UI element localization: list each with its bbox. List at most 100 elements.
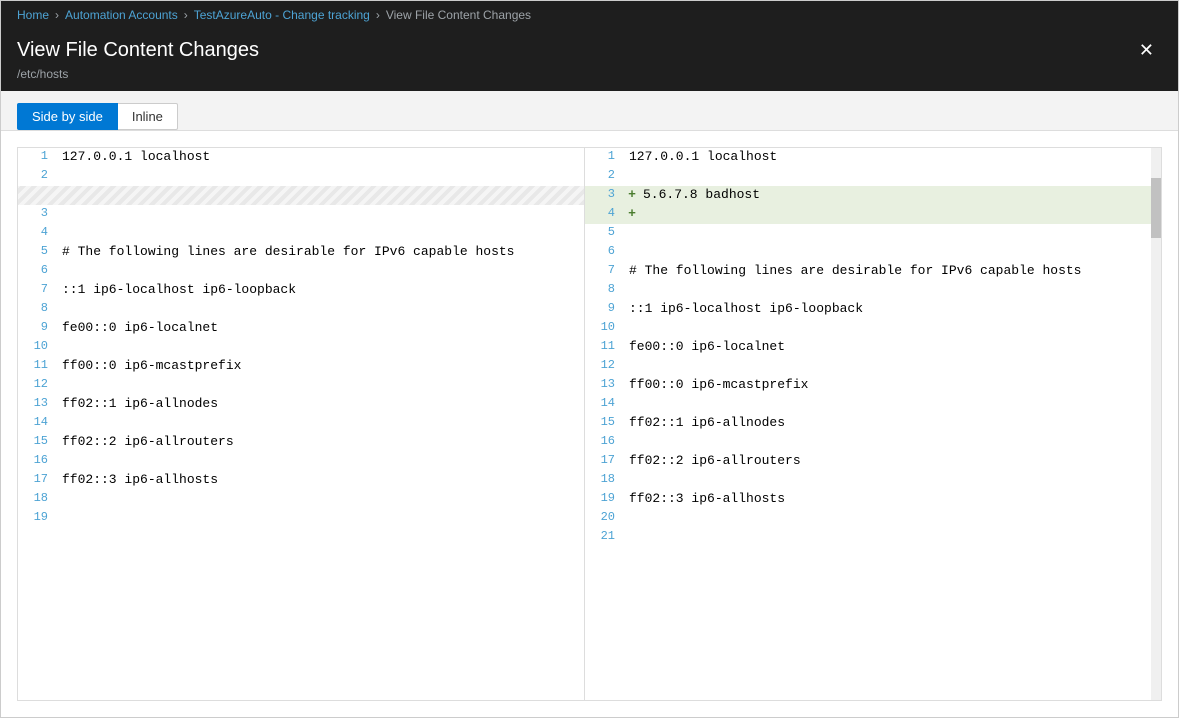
diff-panel-left[interactable]: 1127.0.0.1 localhost2 345# The following …	[18, 148, 585, 700]
right-line-8: 8	[585, 281, 1151, 300]
breadcrumb-change-tracking[interactable]: TestAzureAuto - Change tracking	[194, 8, 370, 22]
breadcrumb-sep-1: ›	[55, 8, 59, 22]
right-line-content-12	[625, 357, 1151, 376]
left-line-3	[18, 186, 584, 205]
left-line-content-5	[58, 224, 584, 243]
modal-title: View File Content Changes	[17, 39, 259, 62]
tab-buttons: Side by side Inline	[17, 103, 1162, 130]
breadcrumb-current: View File Content Changes	[386, 8, 531, 22]
left-line-content-15	[58, 414, 584, 433]
modal-overlay: Home › Automation Accounts › TestAzureAu…	[0, 0, 1179, 718]
right-line-num-18: 18	[585, 471, 625, 490]
left-line-num-19: 18	[18, 490, 58, 509]
right-line-num-12: 12	[585, 357, 625, 376]
left-line-content-20	[58, 509, 584, 528]
left-line-9: 8	[18, 300, 584, 319]
left-line-num-16: 15	[18, 433, 58, 452]
right-line-num-1: 1	[585, 148, 625, 167]
right-line-content-3: 5.6.7.8 badhost	[639, 186, 1151, 205]
left-line-8: 7::1 ip6-localhost ip6-loopback	[18, 281, 584, 300]
left-line-content-4	[58, 205, 584, 224]
breadcrumb-sep-2: ›	[184, 8, 188, 22]
left-line-num-4: 3	[18, 205, 58, 224]
right-line-num-2: 2	[585, 167, 625, 186]
close-button[interactable]: ✕	[1131, 37, 1162, 63]
right-line-marker-3: +	[625, 186, 639, 205]
left-line-num-14: 13	[18, 395, 58, 414]
left-line-6: 5# The following lines are desirable for…	[18, 243, 584, 262]
right-line-content-20	[625, 509, 1151, 528]
right-line-num-20: 20	[585, 509, 625, 528]
diff-panel-right[interactable]: 1127.0.0.1 localhost23+5.6.7.8 badhost4+…	[585, 148, 1151, 700]
right-line-content-16	[625, 433, 1151, 452]
right-line-num-10: 10	[585, 319, 625, 338]
right-line-content-5	[625, 224, 1151, 243]
right-line-num-4: 4	[585, 205, 625, 224]
diff-scrollbar[interactable]	[1151, 148, 1161, 700]
tab-side-by-side[interactable]: Side by side	[17, 103, 118, 130]
right-line-num-3: 3	[585, 186, 625, 205]
left-line-content-6: # The following lines are desirable for …	[58, 243, 584, 262]
left-line-num-13: 12	[18, 376, 58, 395]
left-line-10: 9fe00::0 ip6-localnet	[18, 319, 584, 338]
left-line-2: 2	[18, 167, 584, 186]
left-line-num-20: 19	[18, 509, 58, 528]
breadcrumb-sep-3: ›	[376, 8, 380, 22]
left-line-20: 19	[18, 509, 584, 528]
left-line-18: 17ff02::3 ip6-allhosts	[18, 471, 584, 490]
right-line-10: 10	[585, 319, 1151, 338]
left-line-1: 1127.0.0.1 localhost	[18, 148, 584, 167]
left-line-13: 12	[18, 376, 584, 395]
right-line-content-8	[625, 281, 1151, 300]
right-line-20: 20	[585, 509, 1151, 528]
left-line-content-10: fe00::0 ip6-localnet	[58, 319, 584, 338]
right-line-content-18	[625, 471, 1151, 490]
left-line-content-19	[58, 490, 584, 509]
right-line-14: 14	[585, 395, 1151, 414]
tab-bar: Side by side Inline	[1, 91, 1178, 131]
right-line-5: 5	[585, 224, 1151, 243]
breadcrumb-home[interactable]: Home	[17, 8, 49, 22]
right-line-num-8: 8	[585, 281, 625, 300]
left-line-14: 13ff02::1 ip6-allnodes	[18, 395, 584, 414]
right-line-content-7: # The following lines are desirable for …	[625, 262, 1151, 281]
right-line-11: 11fe00::0 ip6-localnet	[585, 338, 1151, 357]
right-line-num-14: 14	[585, 395, 625, 414]
left-line-content-18: ff02::3 ip6-allhosts	[58, 471, 584, 490]
left-line-content-12: ff00::0 ip6-mcastprefix	[58, 357, 584, 376]
left-line-12: 11ff00::0 ip6-mcastprefix	[18, 357, 584, 376]
left-line-content-13	[58, 376, 584, 395]
left-line-num-6: 5	[18, 243, 58, 262]
right-line-content-13: ff00::0 ip6-mcastprefix	[625, 376, 1151, 395]
right-line-content-19: ff02::3 ip6-allhosts	[625, 490, 1151, 509]
left-line-num-8: 7	[18, 281, 58, 300]
right-line-num-13: 13	[585, 376, 625, 395]
left-line-num-12: 11	[18, 357, 58, 376]
left-line-num-7: 6	[18, 262, 58, 281]
right-line-content-2	[625, 167, 1151, 186]
modal-subtitle: /etc/hosts	[17, 67, 1162, 91]
left-line-4: 3	[18, 205, 584, 224]
right-line-content-21	[625, 528, 1151, 547]
right-line-num-7: 7	[585, 262, 625, 281]
tab-inline[interactable]: Inline	[118, 103, 178, 130]
breadcrumb-automation-accounts[interactable]: Automation Accounts	[65, 8, 178, 22]
left-line-content-16: ff02::2 ip6-allrouters	[58, 433, 584, 452]
right-line-content-9: ::1 ip6-localhost ip6-loopback	[625, 300, 1151, 319]
right-line-num-11: 11	[585, 338, 625, 357]
left-line-7: 6	[18, 262, 584, 281]
right-line-content-17: ff02::2 ip6-allrouters	[625, 452, 1151, 471]
left-line-11: 10	[18, 338, 584, 357]
diff-scrollbar-thumb[interactable]	[1151, 178, 1161, 238]
left-line-num-9: 8	[18, 300, 58, 319]
left-line-num-5: 4	[18, 224, 58, 243]
left-line-content-8: ::1 ip6-localhost ip6-loopback	[58, 281, 584, 300]
right-line-content-6	[625, 243, 1151, 262]
right-line-2: 2	[585, 167, 1151, 186]
right-line-num-6: 6	[585, 243, 625, 262]
left-line-num-3	[18, 186, 58, 205]
right-line-num-19: 19	[585, 490, 625, 509]
right-line-content-10	[625, 319, 1151, 338]
right-line-num-5: 5	[585, 224, 625, 243]
right-line-9: 9::1 ip6-localhost ip6-loopback	[585, 300, 1151, 319]
